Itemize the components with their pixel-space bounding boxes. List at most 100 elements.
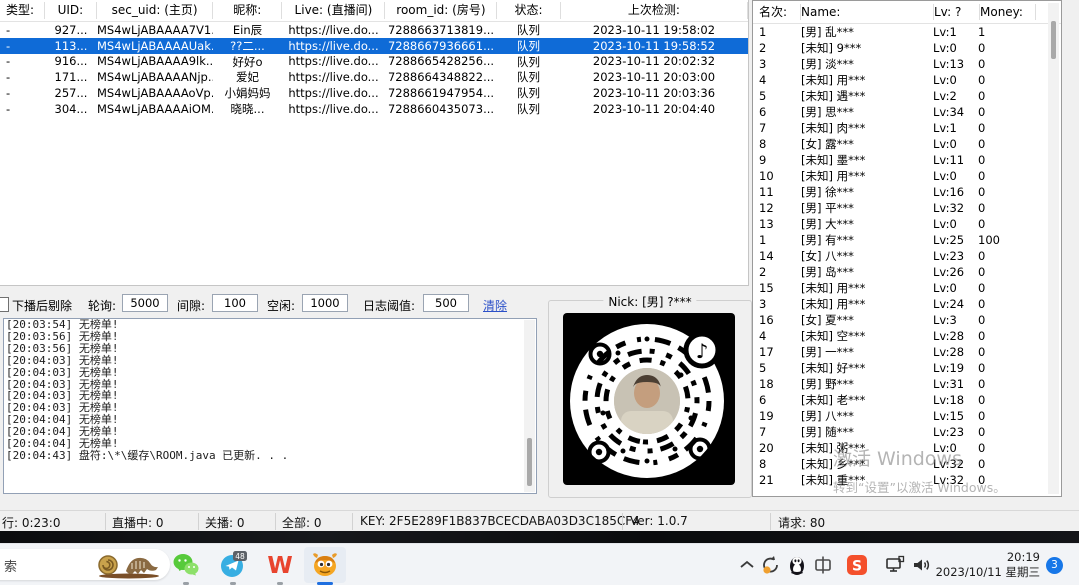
rank-row[interactable]: 2[男] 岛***Lv:260 bbox=[753, 264, 1061, 280]
tray-sogou-icon[interactable]: S bbox=[846, 554, 868, 576]
log-line: [20:04:43] 盘符:\*\缓存\ROOM.java 已更新. . . bbox=[4, 450, 536, 462]
rank-row[interactable]: 21[未知] 重***Lv:320 bbox=[753, 472, 1061, 488]
rank-row[interactable]: 14[女] 八***Lv:230 bbox=[753, 248, 1061, 264]
idle-input[interactable] bbox=[302, 294, 348, 312]
rank-cell: 6 bbox=[753, 105, 801, 119]
rank-row[interactable]: 8[女] 露***Lv:00 bbox=[753, 136, 1061, 152]
table-cell: 晓晓... bbox=[213, 101, 282, 117]
rank-row[interactable]: 3[男] 淡***Lv:130 bbox=[753, 56, 1061, 72]
rank-row[interactable]: 6[男] 思***Lv:340 bbox=[753, 104, 1061, 120]
rank-cell: Lv:32 bbox=[933, 457, 978, 471]
rank-row[interactable]: 4[未知] 空***Lv:280 bbox=[753, 328, 1061, 344]
log-scrollbar[interactable] bbox=[524, 320, 535, 492]
rank-row[interactable]: 13[男] 大***Lv:00 bbox=[753, 216, 1061, 232]
rank-cell: 19 bbox=[753, 409, 801, 423]
table-cell: 927... bbox=[45, 23, 97, 37]
tray-date: 2023/10/11 星期三 bbox=[935, 565, 1040, 580]
tray-sync-icon[interactable] bbox=[760, 554, 782, 576]
tray-volume-icon[interactable] bbox=[910, 554, 932, 576]
rank-row[interactable]: 8[未知] 乡***Lv:320 bbox=[753, 456, 1061, 472]
table-row[interactable]: -927...MS4wLjABAAAA7V1...Ein辰https://liv… bbox=[0, 22, 748, 38]
rank-cell: Lv:0 bbox=[933, 441, 978, 455]
active-app-icon[interactable] bbox=[311, 551, 339, 579]
rank-cell: [未知] 好*** bbox=[801, 360, 933, 376]
rank-row[interactable]: 7[男] 随***Lv:230 bbox=[753, 424, 1061, 440]
rank-scrollbar-thumb[interactable] bbox=[1051, 21, 1056, 59]
log-area[interactable]: [20:03:54] 无榜单![20:03:56] 无榜单![20:03:56]… bbox=[3, 318, 537, 494]
table-cell: 7288660435073... bbox=[385, 102, 497, 116]
tray-chevron-up-icon[interactable] bbox=[736, 554, 758, 576]
live-room-table: 类型:UID:sec_uid: (主页)昵称:Live: (直播间)room_i… bbox=[0, 0, 749, 286]
log-threshold-input[interactable] bbox=[423, 294, 469, 312]
log-scrollbar-thumb[interactable] bbox=[527, 438, 532, 486]
table-row[interactable]: -113...MS4wLjABAAAAUak...??二...https://l… bbox=[0, 38, 748, 54]
rank-cell: [男] 一*** bbox=[801, 344, 933, 360]
tray-time: 20:19 bbox=[935, 550, 1040, 565]
taskbar-search[interactable]: 索 bbox=[0, 549, 170, 580]
rank-row[interactable]: 5[未知] 遇***Lv:20 bbox=[753, 88, 1061, 104]
gap-input[interactable] bbox=[212, 294, 258, 312]
rank-row[interactable]: 19[男] 八***Lv:150 bbox=[753, 408, 1061, 424]
rank-cell: Lv:26 bbox=[933, 265, 978, 279]
rank-row[interactable]: 10[未知] 用***Lv:00 bbox=[753, 168, 1061, 184]
rank-cell: Lv:32 bbox=[933, 201, 978, 215]
tray-utility-icon[interactable] bbox=[812, 554, 834, 576]
rank-row[interactable]: 9[未知] 墨***Lv:110 bbox=[753, 152, 1061, 168]
table-row[interactable]: -304...MS4wLjABAAAAiOM...晓晓...https://li… bbox=[0, 101, 748, 117]
table-row[interactable]: -916...MS4wLjABAAAA9lk...好好ohttps://live… bbox=[0, 54, 748, 70]
rank-cell: 0 bbox=[978, 137, 1033, 151]
rank-row[interactable]: 11[男] 徐***Lv:160 bbox=[753, 184, 1061, 200]
table-cell: https://live.do... bbox=[282, 102, 385, 116]
table-header-cell: 状态: bbox=[497, 2, 560, 19]
rank-row[interactable]: 4[未知] 用***Lv:00 bbox=[753, 72, 1061, 88]
wps-icon[interactable]: W bbox=[266, 551, 294, 579]
rank-cell: [未知] 粥*** bbox=[801, 440, 933, 456]
rank-cell: Lv:2 bbox=[933, 89, 978, 103]
status-separator bbox=[770, 513, 771, 530]
rank-cell: [未知] 重*** bbox=[801, 472, 933, 488]
svg-text:♪: ♪ bbox=[696, 339, 709, 363]
rank-row[interactable]: 2[未知] 9***Lv:00 bbox=[753, 40, 1061, 56]
rank-cell: [男] 有*** bbox=[801, 232, 933, 248]
rank-row[interactable]: 20[未知] 粥***Lv:00 bbox=[753, 440, 1061, 456]
tray-qq-icon[interactable] bbox=[786, 554, 808, 576]
rank-cell: [女] 夏*** bbox=[801, 312, 933, 328]
telegram-icon[interactable]: 48 bbox=[219, 551, 247, 579]
status-item: 直播中: 0 bbox=[112, 514, 164, 531]
rank-cell: 0 bbox=[978, 217, 1033, 231]
rank-row[interactable]: 1[男] 有***Lv:25100 bbox=[753, 232, 1061, 248]
tray-clock[interactable]: 20:19 2023/10/11 星期三 bbox=[935, 550, 1040, 580]
rank-row[interactable]: 7[未知] 肉***Lv:10 bbox=[753, 120, 1061, 136]
wechat-icon[interactable] bbox=[172, 551, 200, 579]
rank-cell: 0 bbox=[978, 153, 1033, 167]
rank-cell: 0 bbox=[978, 425, 1033, 439]
rank-row[interactable]: 18[男] 野***Lv:310 bbox=[753, 376, 1061, 392]
table-row[interactable]: -171...MS4wLjABAAAANjp...爱妃https://live.… bbox=[0, 69, 748, 85]
poll-input[interactable] bbox=[122, 294, 168, 312]
rank-cell: [未知] 遇*** bbox=[801, 88, 933, 104]
rank-cell: 7 bbox=[753, 425, 801, 439]
rank-cell: Lv:23 bbox=[933, 425, 978, 439]
rank-row[interactable]: 15[未知] 用***Lv:00 bbox=[753, 280, 1061, 296]
remove-after-offline-checkbox[interactable] bbox=[0, 297, 9, 312]
desktop-wallpaper-strip bbox=[0, 531, 1079, 543]
rank-cell: 5 bbox=[753, 361, 801, 375]
notification-count-badge[interactable]: 3 bbox=[1046, 557, 1063, 574]
table-cell: - bbox=[0, 39, 45, 53]
rank-row[interactable]: 17[男] 一***Lv:280 bbox=[753, 344, 1061, 360]
rank-row[interactable]: 6[未知] 老***Lv:180 bbox=[753, 392, 1061, 408]
rank-cell: [未知] 用*** bbox=[801, 296, 933, 312]
rank-cell: Lv:23 bbox=[933, 249, 978, 263]
rank-row[interactable]: 1[男] 乱***Lv:11 bbox=[753, 24, 1061, 40]
rank-row[interactable]: 5[未知] 好***Lv:190 bbox=[753, 360, 1061, 376]
svg-text:S: S bbox=[852, 559, 862, 575]
rank-scrollbar[interactable] bbox=[1048, 3, 1059, 494]
rank-row[interactable]: 12[男] 平***Lv:320 bbox=[753, 200, 1061, 216]
rank-cell: 0 bbox=[978, 249, 1033, 263]
tray-network-icon[interactable] bbox=[884, 554, 906, 576]
rank-row[interactable]: 3[未知] 用***Lv:240 bbox=[753, 296, 1061, 312]
rank-cell: 1 bbox=[753, 233, 801, 247]
table-row[interactable]: -257...MS4wLjABAAAAoVp...小娟妈妈https://liv… bbox=[0, 85, 748, 101]
clear-log-link[interactable]: 清除 bbox=[483, 297, 507, 314]
rank-row[interactable]: 16[女] 夏***Lv:30 bbox=[753, 312, 1061, 328]
